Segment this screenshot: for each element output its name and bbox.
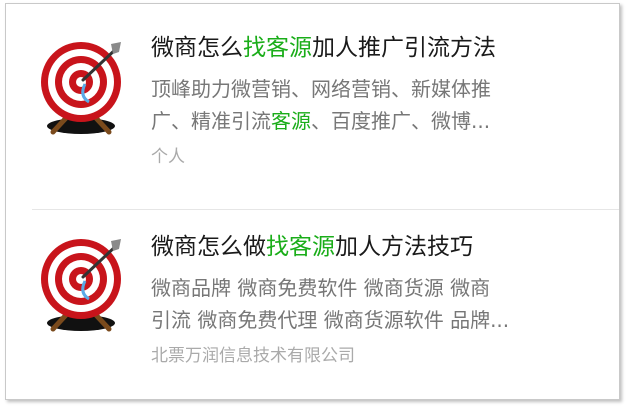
title-highlight: 找客源 [243, 35, 312, 61]
title-highlight: 找客源 [266, 234, 335, 260]
description-line: 广、精准引流客源、百度推广、微博... [151, 105, 597, 137]
result-source: 个人 [151, 147, 185, 167]
result-item[interactable]: 微商怎么找客源加人推广引流方法 顶峰助力微营销、网络营销、新媒体推 广、精准引流… [6, 4, 619, 209]
title-suffix: 加人推广引流方法 [312, 35, 496, 61]
description-line: 引流 微商免费代理 微商货源软件 品牌... [151, 308, 510, 332]
result-description: 顶峰助力微营销、网络营销、新媒体推 广、精准引流客源、百度推广、微博... [151, 73, 597, 137]
title-suffix: 加人方法技巧 [335, 234, 473, 260]
result-source: 北票万润信息技术有限公司 [151, 346, 355, 366]
dart-target-icon [41, 239, 121, 332]
description-prefix: 广、精准引流 [151, 109, 271, 133]
result-title[interactable]: 微商怎么做找客源加人方法技巧 [151, 231, 597, 263]
description-line: 微商品牌 微商免费软件 微商货源 微商 [151, 276, 491, 300]
description-line: 顶峰助力微营销、网络营销、新媒体推 [151, 77, 491, 101]
title-prefix: 微商怎么做 [151, 234, 266, 260]
result-text: 微商怎么找客源加人推广引流方法 顶峰助力微营销、网络营销、新媒体推 广、精准引流… [151, 32, 597, 169]
title-prefix: 微商怎么 [151, 35, 243, 61]
result-title[interactable]: 微商怎么找客源加人推广引流方法 [151, 32, 597, 64]
description-highlight: 客源 [271, 109, 311, 133]
description-suffix: 、百度推广、微博... [311, 109, 491, 133]
search-results-card: 微商怎么找客源加人推广引流方法 顶峰助力微营销、网络营销、新媒体推 广、精准引流… [5, 3, 620, 400]
result-text: 微商怎么做找客源加人方法技巧 微商品牌 微商免费软件 微商货源 微商 引流 微商… [151, 231, 597, 368]
result-description: 微商品牌 微商免费软件 微商货源 微商 引流 微商免费代理 微商货源软件 品牌.… [151, 272, 597, 336]
dart-target-icon [41, 42, 121, 135]
result-item[interactable]: 微商怎么做找客源加人方法技巧 微商品牌 微商免费软件 微商货源 微商 引流 微商… [6, 209, 619, 399]
